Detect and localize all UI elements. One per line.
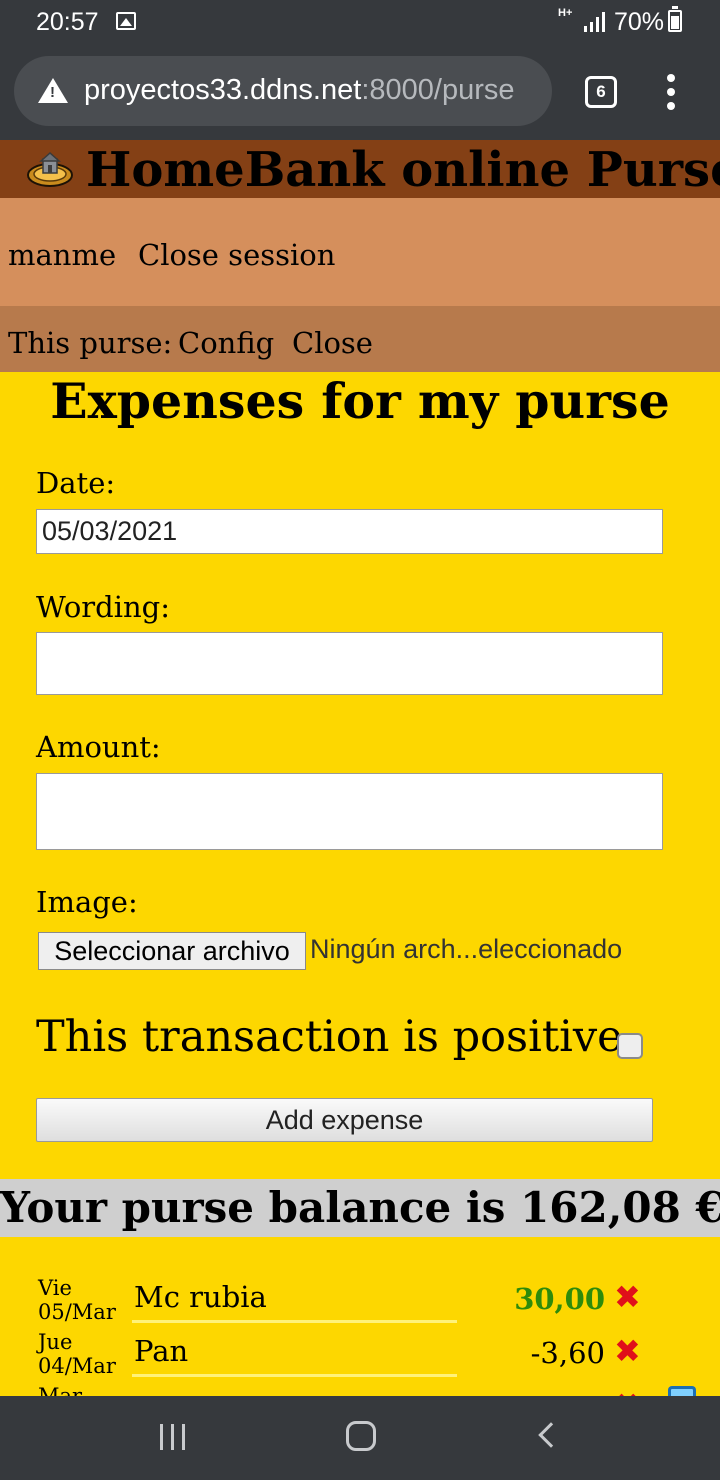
add-expense-button[interactable]: Add expense [36, 1098, 653, 1142]
username-link[interactable]: manme [8, 238, 116, 272]
address-bar[interactable]: proyectos33.ddns.net:8000/purse [14, 56, 552, 126]
home-icon[interactable] [346, 1421, 376, 1451]
transaction-divider [132, 1374, 457, 1377]
purse-balance: Your purse balance is 162,08 € [0, 1179, 720, 1237]
transaction-wording[interactable]: Mc rubia [134, 1280, 267, 1314]
transaction-divider [132, 1320, 457, 1323]
network-type-icon: H+ [558, 7, 573, 19]
amount-input[interactable] [36, 773, 663, 850]
tab-switcher-button[interactable]: 6 [585, 76, 617, 108]
transaction-day-month: 05/Mar [38, 1300, 116, 1324]
purse-logo-icon [27, 151, 73, 187]
status-time: 20:57 [36, 8, 99, 36]
system-nav-bar [0, 1396, 720, 1480]
transaction-row: Vie 05/Mar Mc rubia 30,00 ✖ [0, 1276, 720, 1330]
brand-header: HomeBank online Purse [0, 140, 720, 198]
purse-menu-bar: This purse: Config Close [0, 306, 720, 372]
app-title: HomeBank online Purse [86, 142, 720, 198]
battery-icon [668, 6, 682, 32]
battery-level: 70% [614, 8, 665, 36]
transaction-date: Vie 05/Mar [38, 1276, 116, 1324]
browser-menu-icon[interactable] [660, 74, 682, 110]
status-bar: 20:57 H+ 70% [0, 0, 720, 46]
url-path: :8000/purse [361, 74, 515, 106]
wording-input[interactable] [36, 632, 663, 695]
transaction-amount: -3,60 [530, 1336, 605, 1370]
delete-transaction-icon[interactable]: ✖ [614, 1278, 641, 1316]
page-title: Expenses for my purse [50, 372, 670, 430]
close-session-link[interactable]: Close session [138, 238, 335, 272]
delete-transaction-icon[interactable]: ✖ [614, 1332, 641, 1370]
recent-apps-icon[interactable] [160, 1424, 190, 1450]
date-input[interactable]: 05/03/2021 [36, 509, 663, 554]
purse-config-link[interactable]: Config [178, 326, 274, 360]
transaction-amount: 30,00 [514, 1282, 605, 1316]
not-secure-warning-icon[interactable] [38, 78, 68, 103]
file-status-text: Ningún arch...eleccionado [310, 934, 623, 964]
wording-label: Wording: [36, 590, 171, 624]
signal-icon [584, 12, 606, 32]
url-text[interactable]: proyectos33.ddns.net:8000/purse [84, 74, 514, 107]
image-label: Image: [36, 885, 138, 919]
user-bar: manme Close session [0, 198, 720, 306]
positive-transaction-checkbox[interactable] [617, 1033, 643, 1059]
transaction-wording[interactable]: Pan [134, 1334, 188, 1368]
purse-label: This purse: [8, 326, 173, 360]
purse-close-link[interactable]: Close [292, 326, 373, 360]
amount-label: Amount: [36, 730, 161, 764]
positive-transaction-label: This transaction is positive [36, 1012, 623, 1062]
choose-file-button[interactable]: Seleccionar archivo [38, 932, 306, 970]
image-notification-icon [116, 12, 136, 30]
transaction-day: Vie [38, 1276, 72, 1300]
date-label: Date: [36, 466, 116, 500]
transaction-date: Jue 04/Mar [38, 1330, 116, 1378]
transaction-row: Jue 04/Mar Pan -3,60 ✖ [0, 1330, 720, 1384]
url-host: proyectos33.ddns.net [84, 74, 362, 106]
back-icon[interactable] [538, 1422, 564, 1448]
browser-toolbar: proyectos33.ddns.net:8000/purse 6 [0, 46, 720, 140]
transaction-day-month: 04/Mar [38, 1354, 116, 1378]
transaction-day: Jue [38, 1330, 73, 1354]
